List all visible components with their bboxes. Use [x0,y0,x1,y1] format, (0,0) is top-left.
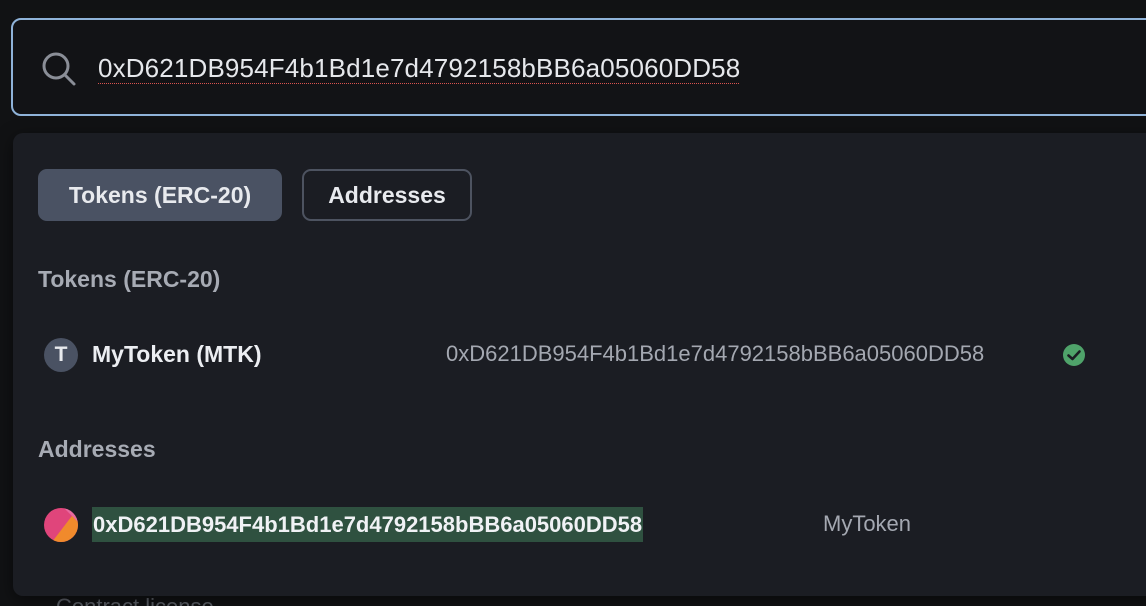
addresses-section-title: Addresses [38,436,156,462]
identicon-icon [44,508,78,542]
tokens-section-title: Tokens (ERC-20) [38,266,221,292]
token-name: MyToken (MTK) [92,341,262,367]
page: Contract license Tokens (ERC-20) Address… [0,0,1146,606]
tab-addresses[interactable]: Addresses [302,169,472,221]
address-value-highlighted: 0xD621DB954F4b1Bd1e7d4792158bBB6a05060DD… [92,507,644,542]
tab-tokens[interactable]: Tokens (ERC-20) [38,169,282,221]
search-icon [42,52,76,86]
address-result-row[interactable]: 0xD621DB954F4b1Bd1e7d4792158bBB6a05060DD… [13,494,1146,554]
search-bar[interactable] [11,18,1146,116]
search-results-dropdown: Tokens (ERC-20) Addresses Tokens (ERC-20… [13,133,1146,596]
token-address: 0xD621DB954F4b1Bd1e7d4792158bBB6a05060DD… [446,341,985,366]
search-input[interactable] [98,46,1098,90]
address-label: MyToken [823,511,912,536]
check-circle-icon [1063,344,1085,366]
token-avatar: T [44,338,78,372]
token-result-row[interactable]: T MyToken (MTK) 0xD621DB954F4b1Bd1e7d479… [13,324,1146,384]
